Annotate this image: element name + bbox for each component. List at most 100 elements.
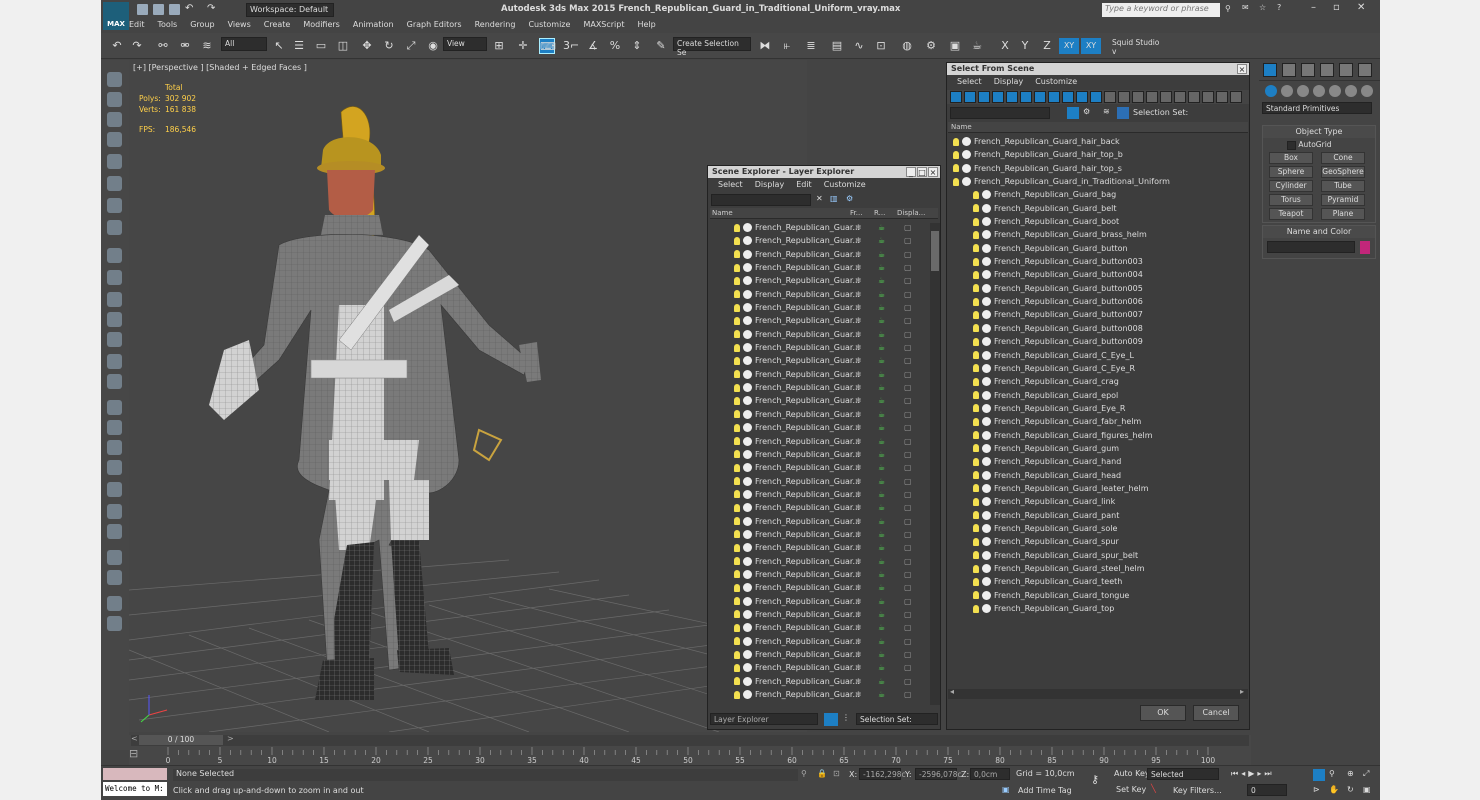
- scale-icon[interactable]: ⤢: [403, 38, 419, 54]
- render-teapot-icon[interactable]: ☕: [878, 328, 885, 341]
- zoom-all-icon[interactable]: ⊕: [1347, 769, 1354, 778]
- freeze-icon[interactable]: ❄: [855, 488, 862, 501]
- scene-explorer-icon[interactable]: [107, 92, 122, 107]
- light-bulb-icon[interactable]: [973, 204, 979, 213]
- axis-z-button[interactable]: Z: [1039, 38, 1055, 54]
- render-teapot-icon[interactable]: ☕: [878, 661, 885, 674]
- sphere-button[interactable]: Sphere: [1269, 166, 1313, 178]
- curve-editor-mini-icon[interactable]: ⊟: [129, 747, 149, 764]
- display-box-icon[interactable]: ▢: [904, 635, 912, 648]
- display-box-icon[interactable]: ▢: [904, 528, 912, 541]
- render-teapot-icon[interactable]: ☕: [878, 528, 885, 541]
- cone-button[interactable]: Cone: [1321, 152, 1365, 164]
- display-box-icon[interactable]: ▢: [904, 248, 912, 261]
- set-key-button[interactable]: Set Key: [1116, 785, 1146, 794]
- light-bulb-icon[interactable]: [973, 364, 979, 373]
- filter-all-icon[interactable]: [1118, 91, 1130, 103]
- display-box-icon[interactable]: ▢: [904, 581, 912, 594]
- scene-object-row[interactable]: French_Republican_Guard_button004: [949, 268, 1247, 281]
- scene-object-row[interactable]: French_Republican_Guard_leater_helm: [949, 482, 1247, 495]
- reference-coordinate-dropdown[interactable]: View: [443, 37, 487, 51]
- freeze-icon[interactable]: ❄: [855, 394, 862, 407]
- layer-row[interactable]: French_Republican_Guar... ❄ ☕ ▢: [710, 688, 928, 701]
- key-tangent-icon[interactable]: ╲: [1151, 784, 1156, 793]
- filter-filter-icon[interactable]: [1202, 91, 1214, 103]
- geometry-category-icon[interactable]: [1265, 85, 1277, 97]
- light-bulb-icon[interactable]: [734, 570, 740, 579]
- scene-object-row[interactable]: French_Republican_Guard_button005: [949, 282, 1247, 295]
- scene-object-row[interactable]: French_Republican_Guard_tongue: [949, 589, 1247, 602]
- absolute-mode-icon[interactable]: ⊡: [833, 769, 840, 778]
- field-of-view-icon[interactable]: ⊳: [1313, 785, 1320, 794]
- column-name[interactable]: Name: [948, 122, 1248, 133]
- layer-row[interactable]: French_Republican_Guar... ❄ ☕ ▢: [710, 288, 928, 301]
- percent-snap-icon[interactable]: %: [607, 38, 623, 54]
- scene-object-row[interactable]: French_Republican_Guard_C_Eye_L: [949, 349, 1247, 362]
- light-bulb-icon[interactable]: [734, 423, 740, 432]
- light-bulb-icon[interactable]: [734, 250, 740, 259]
- freeze-icon[interactable]: ❄: [855, 354, 862, 367]
- layers-icon[interactable]: ≋: [1103, 107, 1110, 116]
- hair-icon[interactable]: [107, 504, 122, 519]
- orbit-icon[interactable]: ↻: [1347, 785, 1354, 794]
- freeze-icon[interactable]: ❄: [855, 421, 862, 434]
- scene-explorer-scrollbar[interactable]: [930, 223, 940, 705]
- studio-toolbar-label[interactable]: Squid Studio v: [1109, 37, 1169, 56]
- light-bulb-icon[interactable]: [734, 303, 740, 312]
- rendered-frame-icon[interactable]: ▣: [947, 38, 963, 54]
- light-bulb-icon[interactable]: [973, 444, 979, 453]
- freeze-icon[interactable]: ❄: [855, 635, 862, 648]
- hierarchy-toggle-icon[interactable]: ⋮: [842, 713, 850, 722]
- save-file-icon[interactable]: [169, 4, 180, 15]
- layer-row[interactable]: French_Republican_Guar... ❄ ☕ ▢: [710, 528, 928, 541]
- light-bulb-icon[interactable]: [734, 236, 740, 245]
- display-box-icon[interactable]: ▢: [904, 221, 912, 234]
- object-name-input[interactable]: [1267, 241, 1355, 253]
- scene-object-row[interactable]: French_Republican_Guard_hair_back: [949, 135, 1247, 148]
- time-tag-icon[interactable]: ▣: [1002, 785, 1010, 794]
- scene-object-row[interactable]: French_Republican_Guard_pant: [949, 509, 1247, 522]
- lock-selection-icon[interactable]: 🔒: [817, 769, 827, 778]
- menu-create[interactable]: Create: [264, 20, 291, 29]
- freeze-icon[interactable]: ❄: [855, 648, 862, 661]
- sun-icon[interactable]: [107, 354, 122, 369]
- select-options-icon[interactable]: ⚙: [1083, 107, 1090, 116]
- scene-object-row[interactable]: French_Republican_Guard_link: [949, 495, 1247, 508]
- render-teapot-icon[interactable]: ☕: [878, 221, 885, 234]
- communication-icon[interactable]: ✉: [1242, 3, 1249, 12]
- layer-row[interactable]: French_Republican_Guar... ❄ ☕ ▢: [710, 328, 928, 341]
- list-icon[interactable]: [107, 132, 122, 147]
- find-icon[interactable]: ▥: [830, 194, 838, 203]
- layer-row[interactable]: French_Republican_Guar... ❄ ☕ ▢: [710, 635, 928, 648]
- render-teapot-icon[interactable]: ☕: [878, 688, 885, 701]
- render-teapot-icon[interactable]: ☕: [878, 515, 885, 528]
- light-bulb-icon[interactable]: [734, 276, 740, 285]
- filter-sort-icon[interactable]: [1188, 91, 1200, 103]
- menu-edit[interactable]: Edit: [129, 20, 145, 29]
- filter-groups-icon[interactable]: [1034, 91, 1046, 103]
- display-tab-icon[interactable]: [1339, 63, 1353, 77]
- rotate-icon[interactable]: ↻: [381, 38, 397, 54]
- key-mode-toggle-icon[interactable]: [1313, 769, 1325, 781]
- pivot-center-icon[interactable]: ⊞: [491, 38, 507, 54]
- light-bulb-icon[interactable]: [973, 297, 979, 306]
- vray-render-icon[interactable]: [107, 198, 122, 213]
- light-bulb-icon[interactable]: [953, 177, 959, 186]
- light-bulb-icon[interactable]: [973, 524, 979, 533]
- space-warps-category-icon[interactable]: [1345, 85, 1357, 97]
- schematic-view-icon[interactable]: ⊡: [873, 38, 889, 54]
- freeze-icon[interactable]: ❄: [855, 408, 862, 421]
- help-icon[interactable]: [107, 616, 122, 631]
- close-icon[interactable]: ×: [1237, 64, 1247, 74]
- auto-key-button[interactable]: Auto Key: [1114, 769, 1150, 778]
- render-frame-icon[interactable]: [107, 570, 122, 585]
- render-teapot-icon[interactable]: ☕: [878, 368, 885, 381]
- freeze-icon[interactable]: ❄: [855, 608, 862, 621]
- layer-row[interactable]: French_Republican_Guar... ❄ ☕ ▢: [710, 595, 928, 608]
- spinner-snap-icon[interactable]: ⇕: [629, 38, 645, 54]
- light-bulb-icon[interactable]: [973, 497, 979, 506]
- layer-row[interactable]: French_Republican_Guar... ❄ ☕ ▢: [710, 314, 928, 327]
- filter-xrefs-icon[interactable]: [1048, 91, 1060, 103]
- light-bulb-icon[interactable]: [734, 290, 740, 299]
- layer-row[interactable]: French_Republican_Guar... ❄ ☕ ▢: [710, 501, 928, 514]
